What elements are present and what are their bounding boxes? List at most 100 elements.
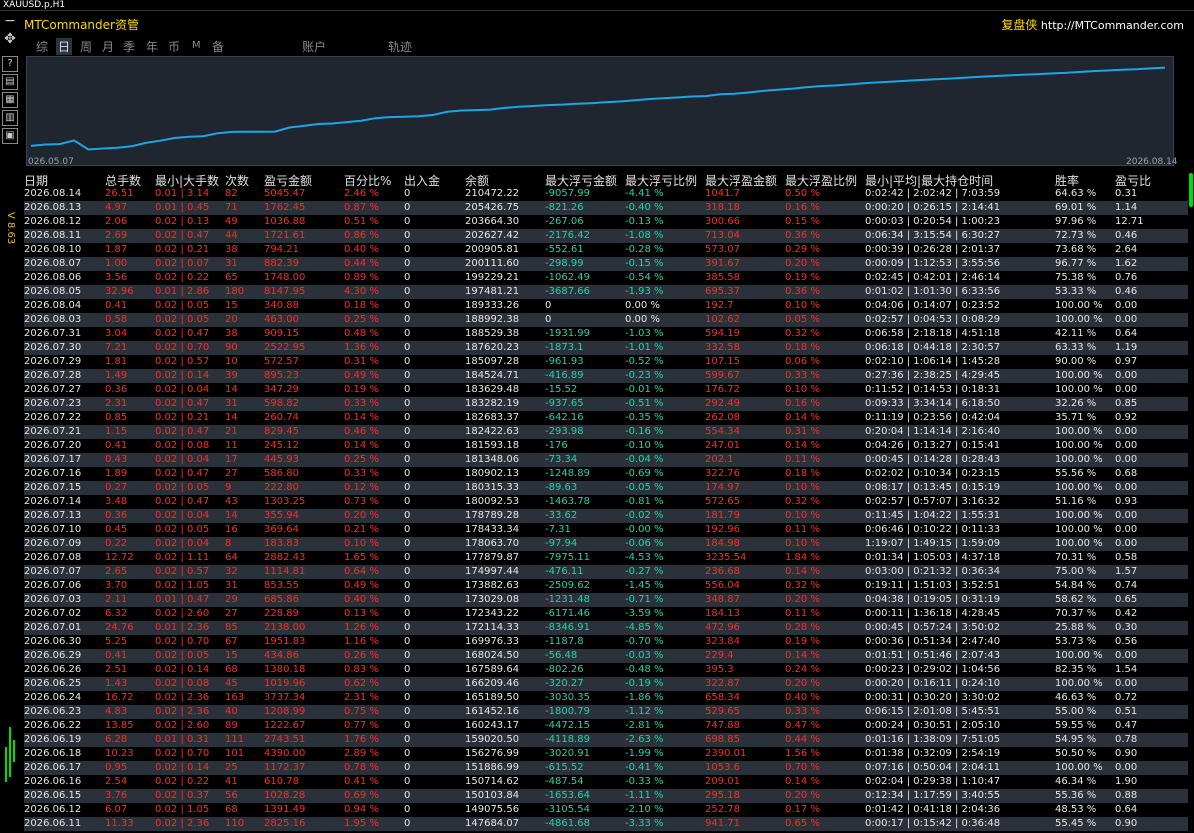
minimize-icon[interactable]: − [2,14,18,30]
tab-quarter[interactable]: 季 [123,38,135,55]
tab-year[interactable]: 年 [146,38,158,55]
cell-count: 38 [225,328,238,339]
cell-pnl: 228.89 [264,608,299,619]
cell-max-float-profit-pct: 0.20 % [785,258,820,269]
panel-icon-2[interactable]: ▦ [2,92,18,108]
cell-balance: 200111.60 [465,258,520,269]
help-icon[interactable]: ? [2,56,18,72]
cell-deposit: 0 [404,538,411,549]
cell-max-float-loss-pct: -0.19 % [625,678,664,689]
cell-percent: 0.94 % [344,804,379,815]
cell-pl-ratio: 0.58 [1115,552,1138,563]
cell-balance: 202627.42 [465,230,520,241]
cell-max-float-loss: -89.63 [545,482,578,493]
cell-percent: 0.14 % [344,440,379,451]
table-row: 2026.08.06 3.56 0.02 | 0.22 65 1748.00 0.89 %… [24,271,1188,285]
cell-pnl: 1036.88 [264,216,306,227]
cell-balance: 178433.34 [465,524,520,535]
cell-max-float-loss: -487.54 [545,776,584,787]
cell-max-float-loss: -4472.15 [545,720,590,731]
cell-win-rate: 42.11 % [1055,328,1097,339]
tab-m[interactable]: M [192,40,201,51]
cell-max-float-profit: 747.88 [705,720,740,731]
equity-chart-svg [30,66,1166,151]
tab-currency[interactable]: 币 [168,38,180,55]
cell-count: 14 [225,384,238,395]
cell-deposit: 0 [404,622,411,633]
table-row: 2026.08.10 1.87 0.02 | 0.21 38 794.21 0.40 % 0… [24,243,1188,257]
cell-total-lots: 2.54 [105,776,128,787]
cell-percent: 0.78 % [344,762,379,773]
cell-max-float-profit: 554.34 [705,426,740,437]
cell-total-lots: 1.00 [105,258,128,269]
cell-date: 2026.06.15 [24,790,82,801]
cell-max-float-loss: -1931.99 [545,328,590,339]
cell-max-float-profit: 300.66 [705,216,740,227]
table-row: 2026.07.07 2.65 0.02 | 0.57 32 1114.81 0.64 %… [24,565,1188,579]
cell-hold-time: 0:12:34 | 1:17:59 | 3:40:55 [865,790,1001,801]
table-row: 2026.07.17 0.43 0.02 | 0.04 17 445.93 0.25 % 0… [24,453,1188,467]
cell-hold-time: 0:00:23 | 0:29:02 | 1:04:56 [865,664,1001,675]
cell-pnl: 340.88 [264,300,299,311]
cell-hold-time: 0:06:15 | 2:01:08 | 5:45:51 [865,706,1001,717]
cell-total-lots: 3.56 [105,272,128,283]
cell-deposit: 0 [404,776,411,787]
cell-max-float-loss-pct: -1.99 % [625,748,664,759]
cell-max-float-loss: -9057.99 [545,188,590,199]
move-icon[interactable]: ✥ [2,32,18,48]
cell-pnl: 3737.34 [264,692,306,703]
cell-percent: 4.30 % [344,286,379,297]
cell-pl-ratio: 1.54 [1115,664,1138,675]
tab-track[interactable]: 轨迹 [388,38,412,55]
cell-percent: 0.87 % [344,202,379,213]
cell-percent: 1.16 % [344,636,379,647]
cell-date: 2026.06.24 [24,692,82,703]
cell-win-rate: 100.00 % [1055,426,1103,437]
brand-url[interactable]: http://MTCommander.com [1041,19,1184,32]
tab-week[interactable]: 周 [80,38,92,55]
cell-count: 8 [225,538,232,549]
cell-pnl: 1951.83 [264,636,306,647]
cell-pnl: 1721.61 [264,230,306,241]
cell-balance: 178063.70 [465,538,520,549]
cell-count: 64 [225,552,238,563]
cell-win-rate: 97.96 % [1055,216,1097,227]
cell-balance: 151886.99 [465,762,520,773]
tab-day[interactable]: 日 [56,38,73,55]
cell-pnl: 1303.25 [264,496,306,507]
cell-pl-ratio: 0.64 [1115,328,1138,339]
cell-hold-time: 0:02:04 | 0:29:38 | 1:10:47 [865,776,1001,787]
cell-percent: 0.33 % [344,398,379,409]
panel-icon-1[interactable]: ▤ [2,74,18,90]
scroll-marker[interactable] [1189,173,1193,207]
cell-hold-time: 0:01:38 | 0:32:09 | 2:54:19 [865,748,1001,759]
cell-win-rate: 82.35 % [1055,664,1097,675]
cell-max-float-loss-pct: -0.54 % [625,272,664,283]
cell-count: 71 [225,202,238,213]
tab-account[interactable]: 账户 [302,38,326,55]
cell-hold-time: 0:09:33 | 3:34:14 | 6:18:50 [865,398,1001,409]
cell-max-float-loss-pct: -1.11 % [625,790,664,801]
tab-overview[interactable]: 综 [36,38,48,55]
cell-max-float-profit: 1041.7 [705,188,740,199]
cell-min-max-lots: 0.02 | 0.21 [155,412,210,423]
cell-deposit: 0 [404,384,411,395]
cell-min-max-lots: 0.02 | 0.22 [155,776,210,787]
tab-month[interactable]: 月 [102,38,114,55]
title-bar: XAUUSD.p,H1 [0,0,1194,11]
cell-win-rate: 90.00 % [1055,356,1097,367]
cell-date: 2026.06.22 [24,720,82,731]
cell-balance: 183629.48 [465,384,520,395]
tab-note[interactable]: 备 [212,38,224,55]
cell-max-float-loss-pct: -0.03 % [625,650,664,661]
cell-max-float-profit: 322.76 [705,468,740,479]
cell-win-rate: 32.26 % [1055,398,1097,409]
cell-deposit: 0 [404,314,411,325]
cell-max-float-loss: -3105.54 [545,804,590,815]
panel-icon-4[interactable]: ▣ [2,128,18,144]
cell-pl-ratio: 0.00 [1115,510,1138,521]
cell-pl-ratio: 2.64 [1115,244,1138,255]
cell-percent: 2.46 % [344,188,379,199]
cell-min-max-lots: 0.02 | 0.04 [155,384,210,395]
panel-icon-3[interactable]: ▥ [2,110,18,126]
